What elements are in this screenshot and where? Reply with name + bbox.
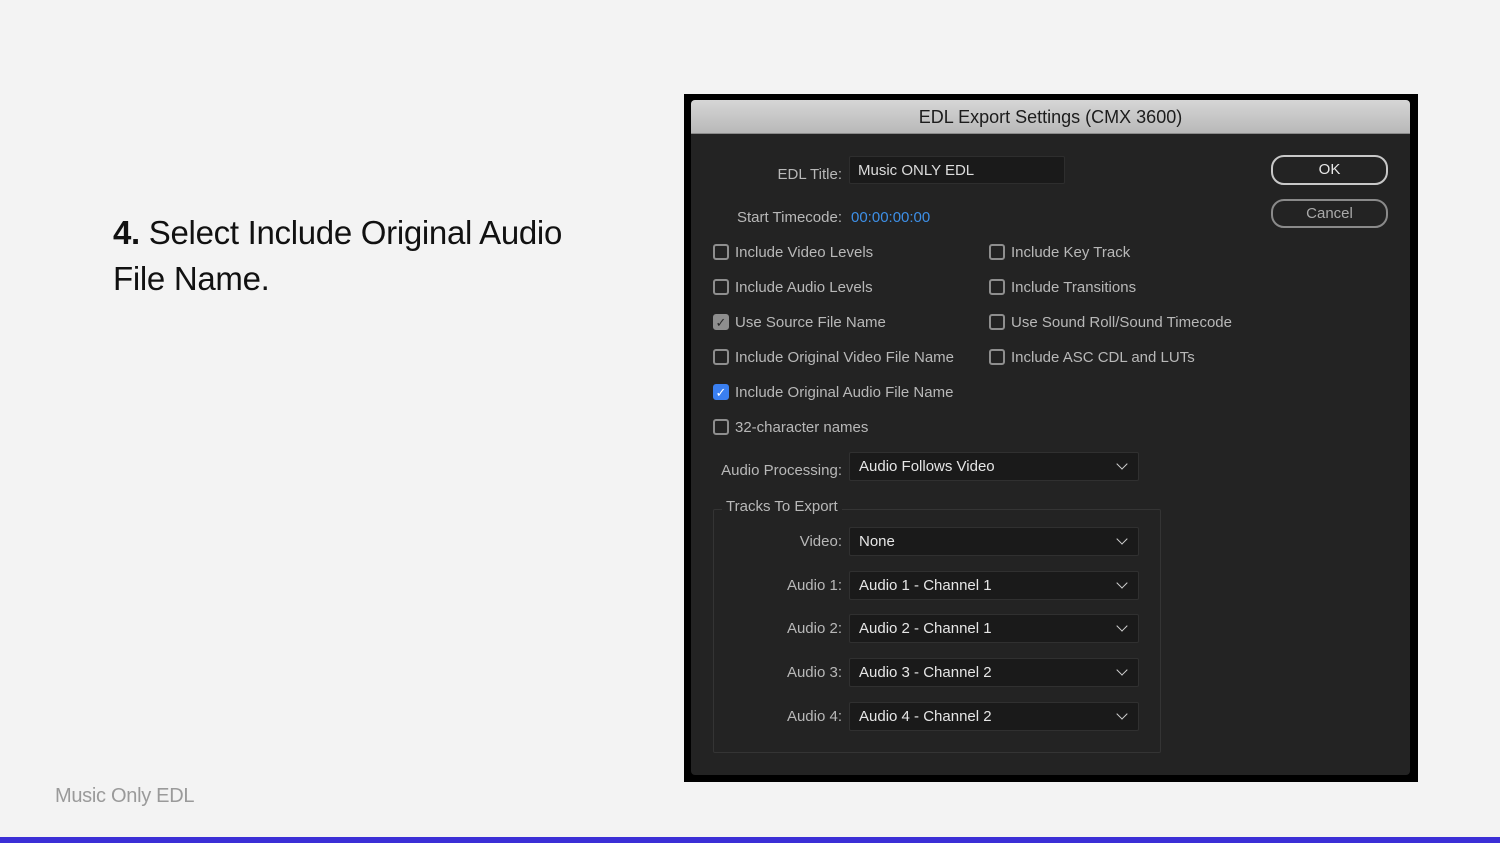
- select-value: None: [859, 533, 895, 550]
- checkbox[interactable]: [713, 244, 729, 260]
- chevron-down-icon: [1116, 533, 1128, 545]
- checkbox-label: Include Video Levels: [735, 243, 874, 261]
- select-value: Audio 1 - Channel 1: [859, 577, 992, 594]
- checkbox[interactable]: [989, 314, 1005, 330]
- edl-title-input[interactable]: [849, 156, 1065, 184]
- checkbox-column-right: Include Key Track Include Transitions Us…: [989, 241, 1232, 368]
- chevron-down-icon: [1116, 708, 1128, 720]
- start-timecode-value[interactable]: 00:00:00:00: [851, 209, 930, 226]
- checkbox[interactable]: [713, 419, 729, 435]
- checkbox-label: Use Sound Roll/Sound Timecode: [1011, 313, 1232, 331]
- checkbox-label: Include Original Audio File Name: [735, 383, 954, 401]
- start-timecode-label: Start Timecode:: [736, 209, 842, 226]
- checkbox-label: Include Original Video File Name: [735, 348, 955, 366]
- audio-1-track-select[interactable]: Audio 1 - Channel 1: [849, 571, 1139, 600]
- checkbox[interactable]: [713, 279, 729, 295]
- slide-footer: Music Only EDL: [55, 785, 195, 807]
- video-track-label: Video:: [799, 533, 842, 550]
- ok-button[interactable]: OK: [1271, 155, 1388, 185]
- chevron-down-icon: [1116, 664, 1128, 676]
- audio-3-track-label: Audio 3:: [786, 664, 842, 681]
- checkbox-label: Include Audio Levels: [735, 278, 873, 296]
- audio-processing-label: Audio Processing:: [721, 462, 842, 479]
- include-video-levels-option[interactable]: Include Video Levels: [713, 241, 954, 263]
- include-audio-levels-option[interactable]: Include Audio Levels: [713, 276, 954, 298]
- select-value: Audio 4 - Channel 2: [859, 708, 992, 725]
- include-original-video-file-name-option[interactable]: Include Original Video File Name: [713, 346, 954, 368]
- tracks-group-title: Tracks To Export: [722, 498, 842, 515]
- chevron-down-icon: [1116, 577, 1128, 589]
- checkbox-label: Include ASC CDL and LUTs: [1011, 348, 1195, 366]
- select-value: Audio Follows Video: [859, 458, 995, 475]
- audio-4-track-select[interactable]: Audio 4 - Channel 2: [849, 702, 1139, 731]
- checkmark-icon[interactable]: ✓: [713, 314, 729, 330]
- step-text: Select Include Original Audio File Name.: [113, 214, 563, 297]
- checkbox[interactable]: [989, 349, 1005, 365]
- checkbox-column-left: Include Video Levels Include Audio Level…: [713, 241, 954, 438]
- checkbox-label: Include Key Track: [1011, 243, 1131, 261]
- checkbox-label: 32-character names: [735, 418, 869, 436]
- cancel-button[interactable]: Cancel: [1271, 199, 1388, 228]
- checkmark-icon[interactable]: ✓: [713, 384, 729, 400]
- chevron-down-icon: [1116, 458, 1128, 470]
- select-value: Audio 3 - Channel 2: [859, 664, 992, 681]
- audio-processing-select[interactable]: Audio Follows Video: [849, 452, 1139, 481]
- 32-character-names-option[interactable]: 32-character names: [713, 416, 954, 438]
- audio-4-track-label: Audio 4:: [786, 708, 842, 725]
- audio-1-track-label: Audio 1:: [786, 577, 842, 594]
- edl-export-dialog: EDL Export Settings (CMX 3600) EDL Title…: [691, 100, 1410, 775]
- dialog-screenshot-frame: EDL Export Settings (CMX 3600) EDL Title…: [684, 94, 1418, 782]
- include-original-audio-file-name-option[interactable]: ✓ Include Original Audio File Name: [713, 381, 954, 403]
- audio-2-track-select[interactable]: Audio 2 - Channel 1: [849, 614, 1139, 643]
- video-track-select[interactable]: None: [849, 527, 1139, 556]
- checkbox[interactable]: [989, 244, 1005, 260]
- slide-instruction: 4. Select Include Original Audio File Na…: [113, 210, 593, 302]
- dialog-title: EDL Export Settings (CMX 3600): [691, 100, 1410, 134]
- checkbox-label: Include Transitions: [1011, 278, 1137, 296]
- use-source-file-name-option[interactable]: ✓ Use Source File Name: [713, 311, 954, 333]
- include-key-track-option[interactable]: Include Key Track: [989, 241, 1232, 263]
- audio-3-track-select[interactable]: Audio 3 - Channel 2: [849, 658, 1139, 687]
- include-transitions-option[interactable]: Include Transitions: [989, 276, 1232, 298]
- checkbox[interactable]: [713, 349, 729, 365]
- include-asc-cdl-luts-option[interactable]: Include ASC CDL and LUTs: [989, 346, 1232, 368]
- edl-title-label: EDL Title:: [777, 166, 842, 183]
- audio-2-track-label: Audio 2:: [786, 620, 842, 637]
- bottom-accent-bar: [0, 837, 1500, 843]
- select-value: Audio 2 - Channel 1: [859, 620, 992, 637]
- chevron-down-icon: [1116, 620, 1128, 632]
- checkbox[interactable]: [989, 279, 1005, 295]
- use-sound-roll-timecode-option[interactable]: Use Sound Roll/Sound Timecode: [989, 311, 1232, 333]
- step-number: 4.: [113, 214, 140, 251]
- checkbox-label: Use Source File Name: [735, 313, 886, 331]
